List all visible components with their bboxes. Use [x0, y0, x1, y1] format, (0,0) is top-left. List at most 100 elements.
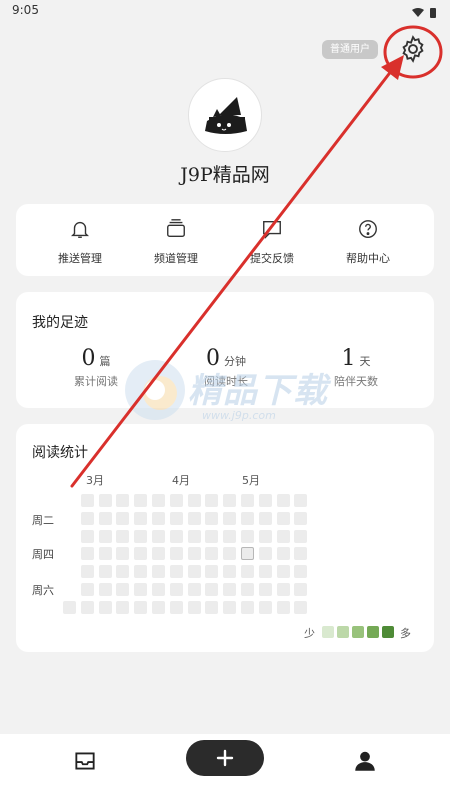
heatmap-cell: [98, 529, 112, 543]
heatmap-cell: [187, 529, 201, 543]
profile-icon: [355, 751, 375, 771]
heatmap-cell: [223, 511, 237, 525]
tab-profile[interactable]: [352, 748, 378, 778]
legend-level-5: [382, 626, 394, 638]
status-icons: [410, 4, 440, 23]
heatmap-cell: [63, 600, 76, 614]
chat-icon: [263, 220, 281, 239]
status-bar: 9:05: [0, 0, 450, 22]
heatmap-cell: [258, 600, 272, 614]
heatmap-cell: [276, 565, 290, 579]
heatmap-cell: [276, 600, 290, 614]
stat-unit: 篇: [99, 355, 111, 368]
stat-companion-days: 1天 陪伴天数: [296, 346, 416, 389]
heatmap-cell: [98, 600, 112, 614]
add-button[interactable]: [186, 740, 264, 776]
heatmap-cell: [80, 600, 94, 614]
menu-label: 帮助中心: [346, 252, 390, 265]
heatmap-cell-today: [241, 547, 254, 561]
reading-heatmap: [63, 494, 309, 614]
heatmap-cell: [98, 547, 112, 561]
heatmap-cell: [152, 547, 165, 561]
heatmap-cell: [294, 600, 308, 614]
heatmap-cell: [205, 529, 219, 543]
heatmap-cell: [258, 494, 272, 507]
heatmap-cell: [205, 547, 219, 561]
user-type-badge: 普通用户: [322, 40, 378, 59]
stat-unit: 分钟: [224, 355, 246, 368]
heatmap-cell: [152, 511, 165, 525]
heatmap-cell: [294, 529, 308, 543]
add-icon: [216, 749, 234, 767]
wifi-icon: [412, 8, 424, 17]
month-label: 5月: [242, 474, 260, 487]
heatmap-cell: [223, 529, 237, 543]
stat-total-read: 0篇 累计阅读: [36, 346, 156, 389]
heatmap-cell: [98, 583, 112, 596]
heatmap-cell: [98, 494, 112, 507]
legend-level-4: [367, 626, 379, 638]
heatmap-cell: [205, 565, 219, 579]
avatar[interactable]: [188, 78, 262, 152]
heatmap-cell: [187, 547, 201, 561]
stat-value: 0: [81, 346, 96, 371]
heatmap-cell: [205, 494, 219, 507]
legend-level-3: [352, 626, 364, 638]
heatmap-cell: [276, 511, 290, 525]
heatmap-cell: [276, 547, 290, 561]
heatmap-cell: [80, 494, 94, 507]
heatmap-cell: [152, 565, 165, 579]
reading-stats-title: 阅读统计: [32, 445, 88, 461]
heatmap-cell: [80, 511, 94, 525]
stat-label: 陪伴天数: [334, 375, 378, 388]
stat-label: 阅读时长: [204, 375, 248, 388]
heatmap-cell: [169, 547, 183, 561]
heatmap-cell: [205, 600, 219, 614]
tab-inbox[interactable]: [72, 748, 98, 778]
heatmap-cell: [116, 547, 130, 561]
month-label: 4月: [172, 474, 190, 487]
heatmap-cell: [169, 600, 183, 614]
heatmap-cell: [187, 511, 201, 525]
menu-channel-management[interactable]: 频道管理: [131, 218, 221, 266]
heatmap-cell: [80, 547, 94, 561]
month-label: 3月: [86, 474, 104, 487]
heatmap-cell: [98, 565, 112, 579]
menu-label: 提交反馈: [250, 252, 294, 265]
heatmap-cell: [134, 583, 148, 596]
weekday-label: 周二: [32, 514, 54, 527]
heatmap-cell: [169, 511, 183, 525]
heatmap-cell: [169, 494, 183, 507]
bell-icon: [71, 221, 89, 238]
heatmap-cell: [241, 600, 254, 614]
menu-label: 推送管理: [58, 252, 102, 265]
heatmap-cell: [294, 565, 308, 579]
heatmap-cell: [223, 583, 237, 596]
heatmap-cell: [241, 494, 254, 507]
heatmap-cell: [223, 547, 237, 561]
settings-button[interactable]: [398, 34, 428, 64]
menu-help-center[interactable]: 帮助中心: [323, 218, 413, 266]
status-time: 9:05: [12, 3, 39, 17]
heatmap-cell: [134, 511, 148, 525]
heatmap-cell: [223, 494, 237, 507]
heatmap-cell: [116, 529, 130, 543]
menu-submit-feedback[interactable]: 提交反馈: [227, 218, 317, 266]
bottom-nav: [0, 734, 450, 800]
menu-card: 推送管理 频道管理 提交反馈 帮助中心: [16, 204, 434, 276]
heatmap-cell: [187, 583, 201, 596]
heatmap-cell: [294, 494, 308, 507]
menu-label: 频道管理: [154, 252, 198, 265]
heatmap-cell: [134, 529, 148, 543]
layers-icon: [167, 219, 185, 238]
heatmap-cell: [187, 494, 201, 507]
username: J9P精品网: [180, 164, 270, 186]
heatmap-cell: [80, 529, 94, 543]
heatmap-cell: [134, 565, 148, 579]
heatmap-cell: [169, 529, 183, 543]
weekday-label: 周六: [32, 584, 54, 597]
heatmap-cell: [116, 494, 130, 507]
menu-push-management[interactable]: 推送管理: [35, 218, 125, 266]
heatmap-cell: [134, 494, 148, 507]
stat-label: 累计阅读: [74, 375, 118, 388]
